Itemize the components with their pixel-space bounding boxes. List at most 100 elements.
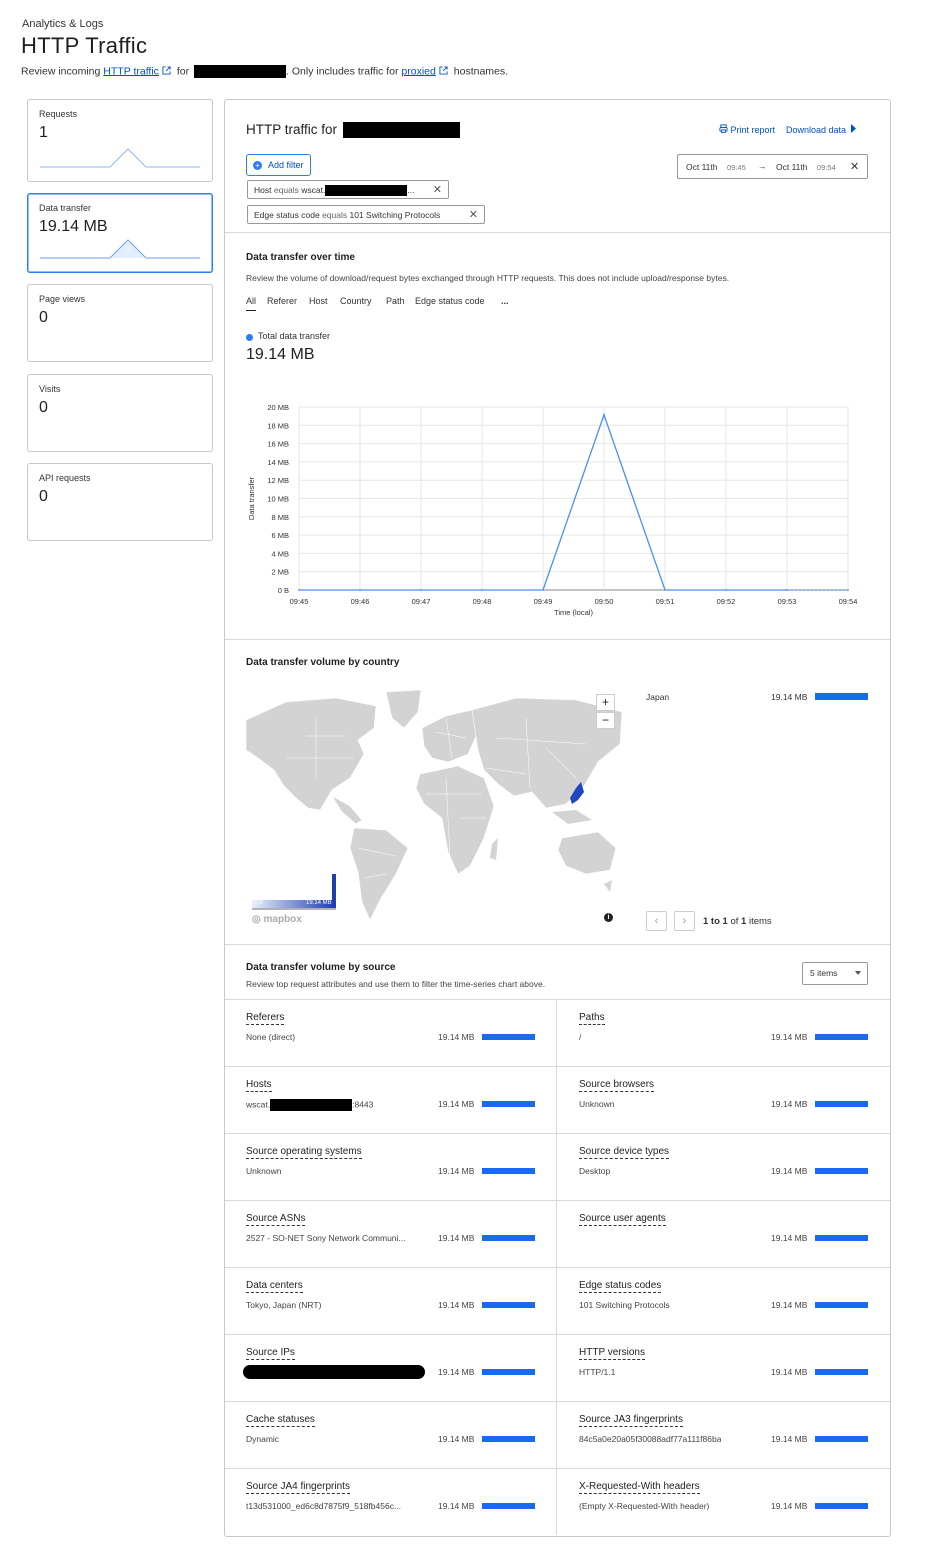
metric-card-data-transfer[interactable]: Data transfer 19.14 MB <box>27 193 213 273</box>
time-from: 09:45 <box>727 163 746 172</box>
source-cell-value[interactable]: / <box>579 1032 581 1042</box>
zoom-in-button[interactable]: + <box>596 694 615 711</box>
country-row-japan[interactable]: Japan <box>646 692 669 702</box>
source-cell-bar <box>815 1168 868 1174</box>
source-cell-value-text: / <box>579 1032 582 1042</box>
source-cell-value[interactable]: wscat.:8443 <box>246 1099 373 1111</box>
source-cell[interactable]: Source ASNs 2527 - SO-NET Sony Network Co… <box>225 1200 557 1267</box>
tab-host[interactable]: Host <box>309 296 328 306</box>
source-cell-value[interactable]: Tokyo, Japan (NRT) <box>246 1300 321 1310</box>
source-cell[interactable]: HTTP versions HTTP/1.1 19.14 MB <box>557 1334 889 1401</box>
source-cell-value-text: 2527 - SO-NET Sony Network Communi... <box>246 1233 406 1243</box>
source-cell-title[interactable]: Source operating systems <box>246 1146 362 1159</box>
legend-label[interactable]: Total data transfer <box>258 331 330 341</box>
source-cell-value-text: Dynamic <box>246 1434 280 1444</box>
source-cell-title[interactable]: Source JA4 fingerprints <box>246 1481 350 1494</box>
source-cell[interactable]: Data centers Tokyo, Japan (NRT) 19.14 MB <box>225 1267 557 1334</box>
filter-value: 101 Switching Protocols <box>349 210 441 220</box>
metric-card-api-requests[interactable]: API requests 0 <box>27 463 213 541</box>
filter-chip-host[interactable]: Host equals wscat.... ✕ <box>247 180 449 199</box>
proxied-link[interactable]: proxied <box>401 65 435 77</box>
source-cell[interactable]: Source user agents 19.14 MB <box>557 1200 889 1267</box>
source-cell-title[interactable]: Edge status codes <box>579 1280 662 1293</box>
source-cell-value-text: Tokyo, Japan (NRT) <box>246 1300 322 1310</box>
world-map[interactable]: 0 B 19.14 MB ◎ mapbox <box>246 688 624 928</box>
mapbox-logo[interactable]: ◎ mapbox <box>252 914 302 925</box>
source-cell-value-text: 101 Switching Protocols <box>579 1300 670 1310</box>
time-section-desc: Review the volume of download/request by… <box>246 273 730 283</box>
source-cell-amount: 19.14 MB <box>438 1501 475 1511</box>
source-cell-title[interactable]: Source JA3 fingerprints <box>579 1414 683 1427</box>
source-cell-title[interactable]: Source browsers <box>579 1079 655 1092</box>
source-cell-value[interactable]: None (direct) <box>246 1032 295 1042</box>
zoom-out-button[interactable]: − <box>596 712 615 729</box>
filter-chip-edge-status[interactable]: Edge status code equals 101 Switching Pr… <box>247 205 485 224</box>
y-tick-label: 8 MB <box>271 513 289 522</box>
items-count-select[interactable]: 5 items <box>802 962 868 985</box>
source-cell-title[interactable]: Source ASNs <box>246 1213 306 1226</box>
tab-more[interactable]: ... <box>501 296 509 306</box>
source-cell[interactable]: Source JA3 fingerprints 84c5a0e20a05f3008… <box>557 1401 889 1468</box>
source-cell-title[interactable]: HTTP versions <box>579 1347 645 1360</box>
chevron-left-icon[interactable]: ‹ <box>646 911 667 931</box>
tab-all[interactable]: All <box>246 296 257 311</box>
source-cell[interactable]: Source device types Desktop 19.14 MB <box>557 1133 889 1200</box>
chevron-right-icon[interactable]: › <box>674 911 695 931</box>
info-icon[interactable]: i <box>604 913 613 922</box>
data-point <box>298 589 300 591</box>
source-cell[interactable]: Cache statuses Dynamic 19.14 MB <box>225 1401 557 1468</box>
date-range-picker[interactable]: Oct 11th 09:45 → Oct 11th 09:54 ✕ <box>677 154 868 179</box>
source-cell-value[interactable]: (Empty X-Requested-With header) <box>579 1501 709 1511</box>
source-cell-title[interactable]: Source IPs <box>246 1347 295 1360</box>
source-cell-title[interactable]: Paths <box>579 1012 605 1025</box>
source-cell-value[interactable]: Dynamic <box>246 1434 279 1444</box>
source-cell-title[interactable]: Hosts <box>246 1079 272 1092</box>
source-cell-title[interactable]: X-Requested-With headers <box>579 1481 700 1494</box>
download-data-link[interactable]: Download data <box>786 124 857 135</box>
metric-label: Requests <box>39 109 78 119</box>
source-cell-title[interactable]: Data centers <box>246 1280 303 1293</box>
caret-down-icon <box>855 971 861 975</box>
tab-referer[interactable]: Referer <box>267 296 297 306</box>
print-report-link[interactable]: Print report <box>719 124 775 135</box>
close-icon[interactable]: ✕ <box>433 183 442 196</box>
source-cell[interactable]: Hosts wscat.:8443 19.14 MB <box>225 1066 557 1133</box>
items-select-value: 5 items <box>810 968 838 978</box>
source-cell-title[interactable]: Source user agents <box>579 1213 666 1226</box>
source-cell-title[interactable]: Referers <box>246 1012 285 1025</box>
source-cell[interactable]: Source JA4 fingerprints t13d531000_ed6c8d… <box>225 1468 557 1535</box>
source-cell[interactable]: X-Requested-With headers (Empty X-Request… <box>557 1468 889 1535</box>
source-cell-value[interactable]: Unknown <box>246 1166 281 1176</box>
close-icon[interactable]: ✕ <box>469 208 478 221</box>
source-cell-value[interactable]: Unknown <box>579 1099 614 1109</box>
add-filter-button[interactable]: + Add filter <box>246 154 311 176</box>
source-cell[interactable]: Source operating systems Unknown 19.14 MB <box>225 1133 557 1200</box>
source-cell[interactable]: Edge status codes 101 Switching Protocols… <box>557 1267 889 1334</box>
source-cell-value[interactable]: 84c5a0e20a05f30088adf77a111f86ba <box>579 1434 721 1444</box>
source-cell[interactable]: Source browsers Unknown 19.14 MB <box>557 1066 889 1133</box>
tab-path[interactable]: Path <box>386 296 405 306</box>
source-cell-value[interactable]: 101 Switching Protocols <box>579 1300 670 1310</box>
source-cell[interactable]: Referers None (direct) 19.14 MB <box>225 999 557 1066</box>
source-cell-value[interactable]: t13d531000_ed6c8d7875f9_518fb456c... <box>246 1501 401 1511</box>
source-cell-value[interactable]: Desktop <box>579 1166 610 1176</box>
source-cell-title[interactable]: Source device types <box>579 1146 670 1159</box>
source-cell[interactable]: Paths / 19.14 MB <box>557 999 889 1066</box>
y-axis-label: Data transfer <box>247 476 256 520</box>
source-cell-value[interactable]: 2527 - SO-NET Sony Network Communi... <box>246 1233 406 1243</box>
source-cell-value[interactable]: HTTP/1.1 <box>579 1367 615 1377</box>
source-cell-title[interactable]: Cache statuses <box>246 1414 315 1427</box>
y-tick-label: 6 MB <box>271 531 289 540</box>
metric-card-requests[interactable]: Requests 1 <box>27 99 213 182</box>
tab-country[interactable]: Country <box>340 296 372 306</box>
close-icon[interactable]: ✕ <box>850 160 859 173</box>
tab-edge-status-code[interactable]: Edge status code <box>415 296 485 306</box>
metric-card-visits[interactable]: Visits 0 <box>27 374 213 452</box>
http-traffic-link[interactable]: HTTP traffic <box>103 65 159 77</box>
metric-card-page-views[interactable]: Page views 0 <box>27 284 213 362</box>
external-link-icon <box>439 65 448 78</box>
source-cell[interactable]: Source IPs 19.14 MB <box>225 1334 557 1401</box>
pager-total: 1 <box>741 916 747 927</box>
y-tick-label: 18 MB <box>267 421 289 430</box>
data-point <box>603 413 605 416</box>
